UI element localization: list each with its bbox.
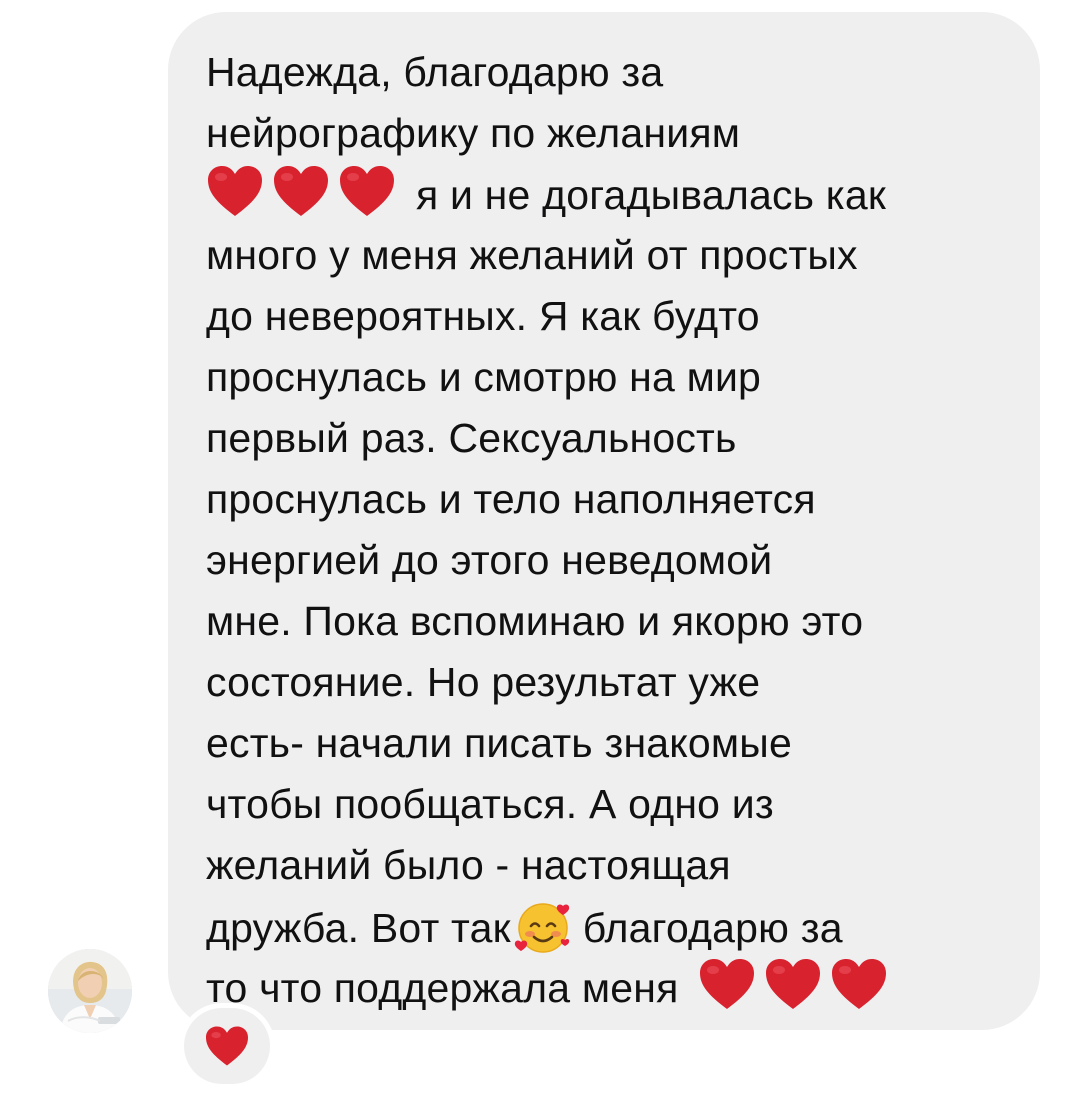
message-line: энергией до этого неведомой [206,537,773,583]
smiling-face-with-hearts-icon [514,903,569,953]
red-heart-icon [274,166,328,216]
message-line-text: я и не догадывалась как [416,172,886,218]
red-heart-icon [832,959,887,1009]
message-line: много у меня желаний от простых [206,232,858,278]
message-line: мне. Пока вспоминаю и якорю это [206,598,864,644]
message-line: первый раз. Сексуальность [206,415,737,461]
message-line: Надежда, благодарю за [206,49,664,95]
avatar[interactable] [48,949,132,1033]
message-text: Надежда, благодарю за нейрографику по же… [206,42,1026,1018]
red-heart-icon [766,959,821,1009]
red-heart-icon [340,166,394,216]
red-heart-icon [700,959,755,1009]
hearts-group [206,164,404,226]
message-line: проснулась и смотрю на мир [206,354,762,400]
message-line: я и не догадывалась как [206,164,1026,225]
message-line: нейрографику по желаниям [206,110,741,156]
message-line: дружба. Вот так благодарю за [206,896,1026,957]
message-line: есть- начали писать знакомые [206,720,792,766]
message-line: желаний было - настоящая [206,842,731,888]
message-line: до невероятных. Я как будто [206,293,760,339]
message-line: состояние. Но результат уже [206,659,761,705]
message-line: проснулась и тело наполняется [206,476,816,522]
message-line-text: благодарю за [582,905,843,951]
hearts-group [698,957,896,1019]
message-line: то что поддержала меня [206,957,1026,1018]
reaction-badge[interactable] [184,1008,270,1084]
red-heart-icon [206,1026,248,1066]
message-line-text: дружба. Вот так [206,905,511,951]
message-line-text: то что поддержала меня [206,965,679,1011]
red-heart-icon [208,166,262,216]
message-line: чтобы пообщаться. А одно из [206,781,774,827]
profile-photo-icon [48,949,132,1033]
